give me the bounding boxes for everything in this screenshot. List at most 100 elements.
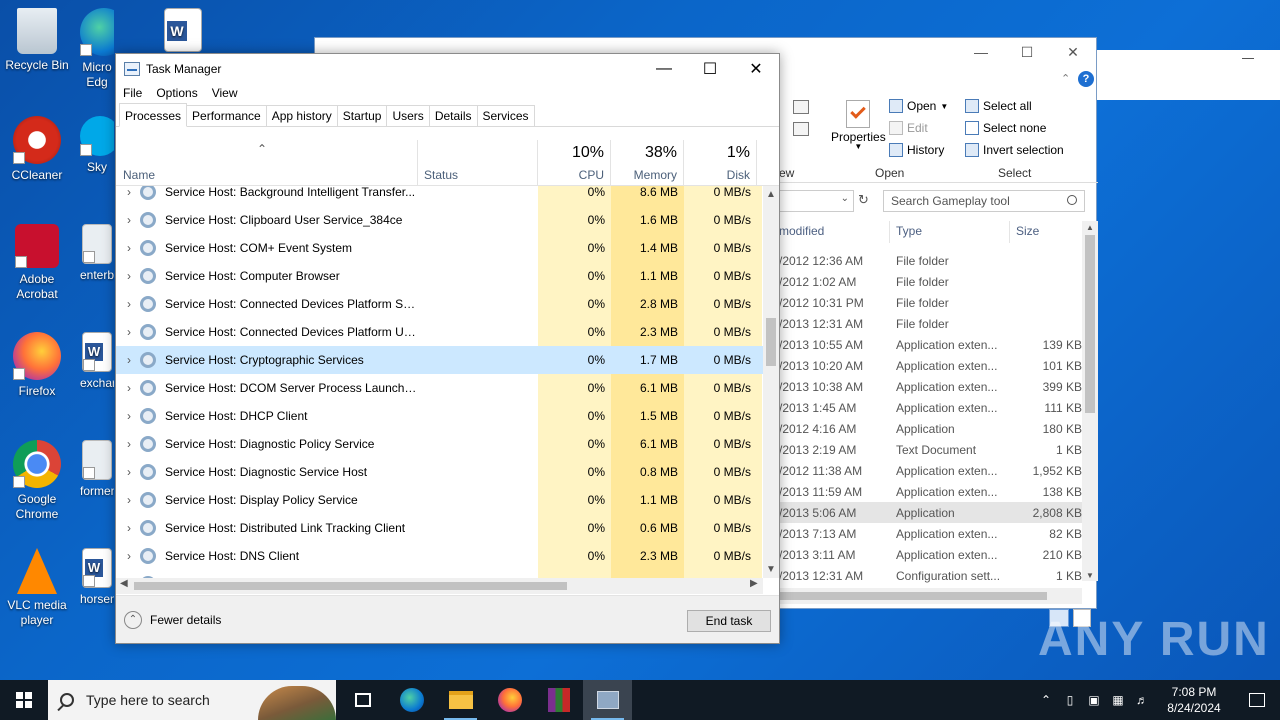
taskbar-task-manager[interactable] <box>583 680 632 720</box>
process-row[interactable]: › Service Host: Clipboard User Service_38… <box>116 206 763 234</box>
scroll-down-arrow[interactable]: ▼ <box>763 564 779 575</box>
desktop-icon-vlc[interactable]: VLC media player <box>0 548 74 628</box>
chevron-down-icon[interactable]: ⌄ <box>841 193 849 204</box>
process-row[interactable] <box>116 570 763 578</box>
select-all-button[interactable]: Select all <box>965 99 1032 113</box>
device-icon[interactable]: ▣ <box>1082 693 1106 707</box>
minimize-icon[interactable] <box>1242 58 1254 59</box>
maximize-button[interactable]: ☐ <box>687 54 733 83</box>
invert-selection-button[interactable]: Invert selection <box>965 143 1064 157</box>
easy-access-icon[interactable] <box>793 122 809 136</box>
end-task-button[interactable]: End task <box>687 610 771 632</box>
column-size[interactable]: Size <box>1016 224 1039 238</box>
expand-chevron-icon[interactable]: › <box>116 521 140 535</box>
expand-chevron-icon[interactable]: › <box>116 241 140 255</box>
properties-button[interactable]: Properties ▼ <box>831 100 886 151</box>
refresh-icon[interactable]: ↻ <box>858 192 869 208</box>
search-box[interactable]: Search Gameplay tool <box>883 190 1085 212</box>
process-row[interactable]: › Service Host: Distributed Link Tracking… <box>116 514 763 542</box>
scrollbar-thumb[interactable] <box>779 592 1047 600</box>
file-row[interactable]: /2013 5:06 AM Application 2,808 KB <box>779 502 1082 523</box>
close-button[interactable]: ✕ <box>733 54 779 83</box>
network-icon[interactable]: ▦ <box>1106 693 1130 707</box>
tab-startup[interactable]: Startup <box>336 105 388 126</box>
help-icon[interactable]: ? <box>1078 71 1094 87</box>
process-row[interactable]: › Service Host: Computer Browser 0% 1.1 MB 0… <box>116 262 763 290</box>
file-row[interactable]: /2012 4:16 AM Application 180 KB <box>779 418 1082 439</box>
process-row[interactable]: › Service Host: Connected Devices Platfor… <box>116 318 763 346</box>
scroll-up-arrow[interactable]: ▲ <box>763 189 779 200</box>
horizontal-scrollbar[interactable]: ◀ ▶ <box>116 578 763 594</box>
file-row[interactable]: /2013 11:59 AM Application exten... 138 KB <box>779 481 1082 502</box>
expand-chevron-icon[interactable]: › <box>116 465 140 479</box>
close-button[interactable]: ✕ <box>1050 38 1096 66</box>
expand-chevron-icon[interactable]: › <box>116 437 140 451</box>
desktop-icon-word-doc[interactable]: W <box>160 8 206 56</box>
expand-chevron-icon[interactable]: › <box>116 409 140 423</box>
tablet-icon[interactable]: ▯ <box>1058 693 1082 707</box>
file-row[interactable]: /2013 2:19 AM Text Document 1 KB <box>779 439 1082 460</box>
tab-details[interactable]: Details <box>428 105 478 126</box>
column-disk[interactable]: 1% Disk <box>684 140 757 186</box>
file-row[interactable]: /2012 10:31 PM File folder <box>779 292 1082 313</box>
tab-app-history[interactable]: App history <box>265 105 338 126</box>
start-button[interactable] <box>0 680 48 720</box>
file-row[interactable]: /2012 11:38 AM Application exten... 1,952 … <box>779 460 1082 481</box>
minimize-button[interactable]: — <box>958 38 1004 66</box>
expand-chevron-icon[interactable]: › <box>116 325 140 339</box>
process-row[interactable]: › Service Host: COM+ Event System 0% 1.4 MB… <box>116 234 763 262</box>
file-row[interactable]: /2013 12:31 AM File folder <box>779 313 1082 334</box>
minimize-button[interactable]: — <box>641 54 687 83</box>
expand-chevron-icon[interactable]: › <box>116 269 140 283</box>
chevron-up-icon[interactable]: ⌃ <box>1034 693 1058 707</box>
process-row[interactable]: › Service Host: Diagnostic Service Host 0%… <box>116 458 763 486</box>
menu-options[interactable]: Options <box>156 86 197 100</box>
scroll-down-arrow[interactable]: ▼ <box>1086 571 1094 580</box>
clock[interactable]: 7:08 PM 8/24/2024 <box>1154 684 1234 716</box>
scroll-up-arrow[interactable]: ▲ <box>1086 223 1094 232</box>
process-row[interactable]: › Service Host: DNS Client 0% 2.3 MB 0 MB/s <box>116 542 763 570</box>
expand-chevron-icon[interactable]: › <box>116 213 140 227</box>
taskbar-edge[interactable] <box>387 680 436 720</box>
process-row[interactable]: › Service Host: Connected Devices Platfor… <box>116 290 763 318</box>
file-row[interactable]: /2013 10:20 AM Application exten... 101 KB <box>779 355 1082 376</box>
background-window[interactable] <box>1097 50 1280 100</box>
select-none-button[interactable]: Select none <box>965 121 1046 135</box>
scroll-left-arrow[interactable]: ◀ <box>120 578 128 589</box>
expand-chevron-icon[interactable]: › <box>116 549 140 563</box>
desktop-icon-skype[interactable]: Sky <box>80 116 114 175</box>
file-row[interactable]: /2013 12:31 AM Configuration sett... 1 KB <box>779 565 1082 586</box>
scrollbar-thumb[interactable] <box>766 318 776 366</box>
file-row[interactable]: /2013 1:45 AM Application exten... 111 KB <box>779 397 1082 418</box>
column-memory[interactable]: 38% Memory <box>611 140 684 186</box>
desktop-icon-recycle-bin[interactable]: Recycle Bin <box>0 8 74 73</box>
desktop-icon-firefox[interactable]: Firefox <box>0 332 74 399</box>
task-view-button[interactable] <box>338 680 387 720</box>
desktop-icon-google-chrome[interactable]: Google Chrome <box>0 440 74 522</box>
expand-chevron-icon[interactable]: › <box>116 381 140 395</box>
history-button[interactable]: History <box>889 143 944 157</box>
address-bar[interactable]: ⌄ <box>779 190 854 212</box>
desktop-icon-enterbe[interactable]: enterbe <box>80 224 114 283</box>
desktop-icon-horsem[interactable]: W horsem <box>80 548 114 607</box>
task-manager-window[interactable]: Task Manager — ☐ ✕ File Options View Pro… <box>115 53 780 644</box>
expand-chevron-icon[interactable]: › <box>116 353 140 367</box>
column-status[interactable]: Status <box>418 140 538 186</box>
column-cpu[interactable]: 10% CPU <box>538 140 611 186</box>
tab-performance[interactable]: Performance <box>186 105 267 126</box>
process-row[interactable]: › Service Host: DCOM Server Process Launc… <box>116 374 763 402</box>
open-button[interactable]: Open ▼ <box>889 99 948 113</box>
file-row[interactable]: /2013 10:38 AM Application exten... 399 KB <box>779 376 1082 397</box>
vertical-scrollbar[interactable]: ▲ ▼ <box>763 186 779 578</box>
file-row[interactable]: /2012 1:02 AM File folder <box>779 271 1082 292</box>
tab-processes[interactable]: Processes <box>119 103 188 127</box>
process-row[interactable]: › Service Host: Cryptographic Services 0% 1… <box>116 346 763 374</box>
expand-chevron-icon[interactable]: › <box>116 186 140 199</box>
horizontal-scrollbar[interactable] <box>779 588 1082 604</box>
desktop-icon-edge[interactable]: Micro Edg <box>80 8 114 90</box>
expand-chevron-icon[interactable]: › <box>116 297 140 311</box>
tab-users[interactable]: Users <box>386 105 430 126</box>
desktop-icon-formen[interactable]: formen <box>80 440 114 499</box>
menu-file[interactable]: File <box>123 86 142 100</box>
process-row[interactable]: › Service Host: DHCP Client 0% 1.5 MB 0 MB/s <box>116 402 763 430</box>
